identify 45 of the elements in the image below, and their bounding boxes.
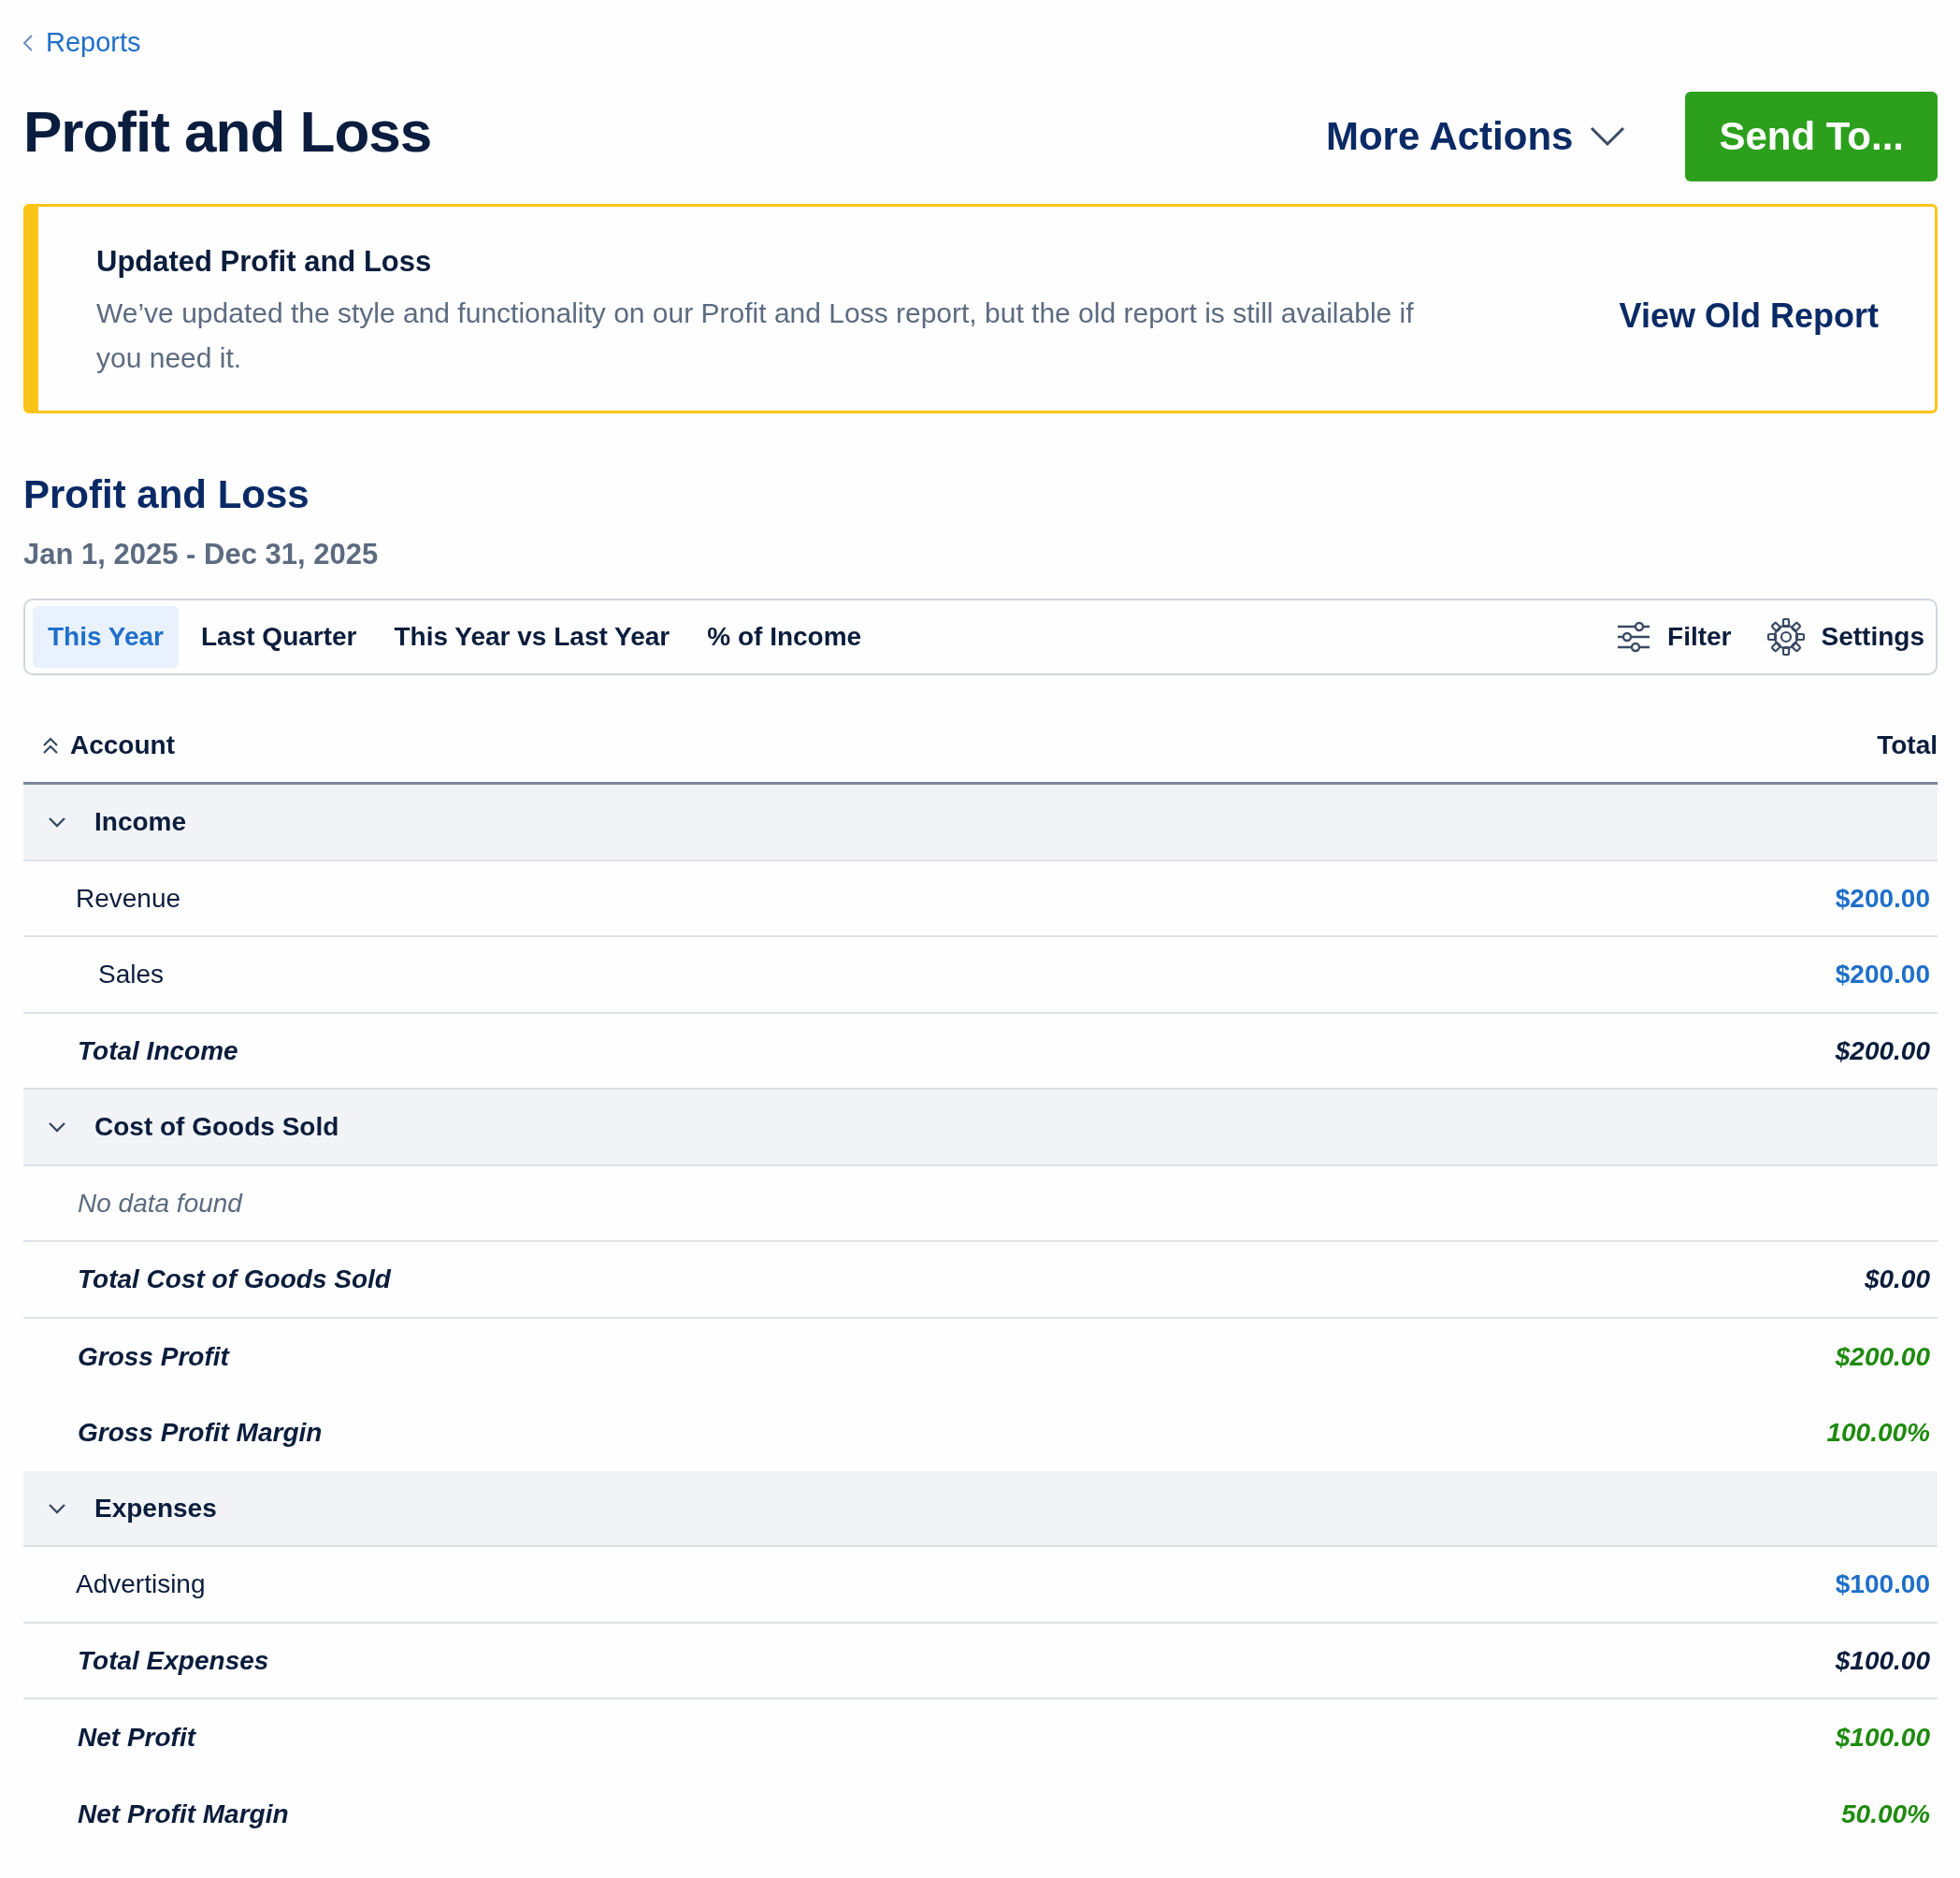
account-label: Net Profit — [78, 1722, 195, 1755]
column-header: Account — [70, 730, 175, 762]
collapse-all-icon[interactable] — [42, 736, 59, 756]
column-header: Total — [1877, 730, 1938, 762]
amount: $100.00 — [1835, 1722, 1930, 1755]
settings-icon — [1766, 618, 1805, 657]
account-label: Net Profit Margin — [78, 1798, 289, 1830]
notice-message: We’ve updated the style and functionality on our Profit and Loss report, but the old report is still available if you need it. — [96, 296, 1415, 375]
date-range: Jan 1, 2025 - Dec 31, 2025 — [23, 536, 380, 572]
empty-message: No data found — [78, 1187, 242, 1220]
period-tab[interactable]: This Year — [33, 606, 179, 669]
amount: $100.00 — [1835, 1644, 1930, 1677]
account-label: Total Cost of Goods Sold — [78, 1264, 391, 1296]
amount: 100.00% — [1826, 1417, 1930, 1450]
account-label: Advertising — [76, 1568, 206, 1601]
amount-link[interactable]: $200.00 — [1835, 878, 1930, 918]
view-old-report-link[interactable]: View Old Report — [1619, 290, 1879, 341]
chevron-down-icon — [1590, 125, 1626, 147]
amount: $200.00 — [1835, 1340, 1930, 1373]
report-title: Profit and Loss — [23, 470, 310, 518]
section-label: Income — [94, 806, 187, 839]
section-label: Expenses — [94, 1492, 217, 1524]
chevron-left-icon — [23, 34, 33, 51]
period-tab[interactable]: Last Quarter — [186, 606, 372, 669]
more-actions-button[interactable]: More Actions — [1325, 107, 1626, 166]
notice-title: Updated Profit and Loss — [96, 243, 433, 280]
back-link[interactable]: Reports — [23, 22, 141, 64]
section-label: Cost of Goods Sold — [94, 1111, 339, 1144]
sliders-icon — [1617, 621, 1651, 654]
amount: $0.00 — [1864, 1264, 1930, 1296]
account-label: Total Expenses — [78, 1644, 269, 1677]
account-label: Total Income — [78, 1034, 238, 1067]
amount-link[interactable]: $100.00 — [1835, 1565, 1930, 1605]
account-label: Revenue — [76, 882, 181, 915]
page-title: Profit and Loss — [23, 97, 432, 166]
settings-button[interactable]: Settings — [1763, 610, 1928, 665]
account-label: Sales — [98, 959, 165, 991]
period-tab[interactable]: % of Income — [692, 606, 877, 669]
account-label: Gross Profit — [78, 1340, 229, 1373]
filter-button[interactable]: Filter — [1613, 610, 1736, 665]
account-label: Gross Profit Margin — [78, 1417, 323, 1450]
amount-link[interactable]: $200.00 — [1835, 955, 1930, 995]
amount: 50.00% — [1841, 1798, 1930, 1830]
period-tab[interactable]: This Year vs Last Year — [379, 606, 685, 669]
amount: $200.00 — [1835, 1034, 1930, 1067]
